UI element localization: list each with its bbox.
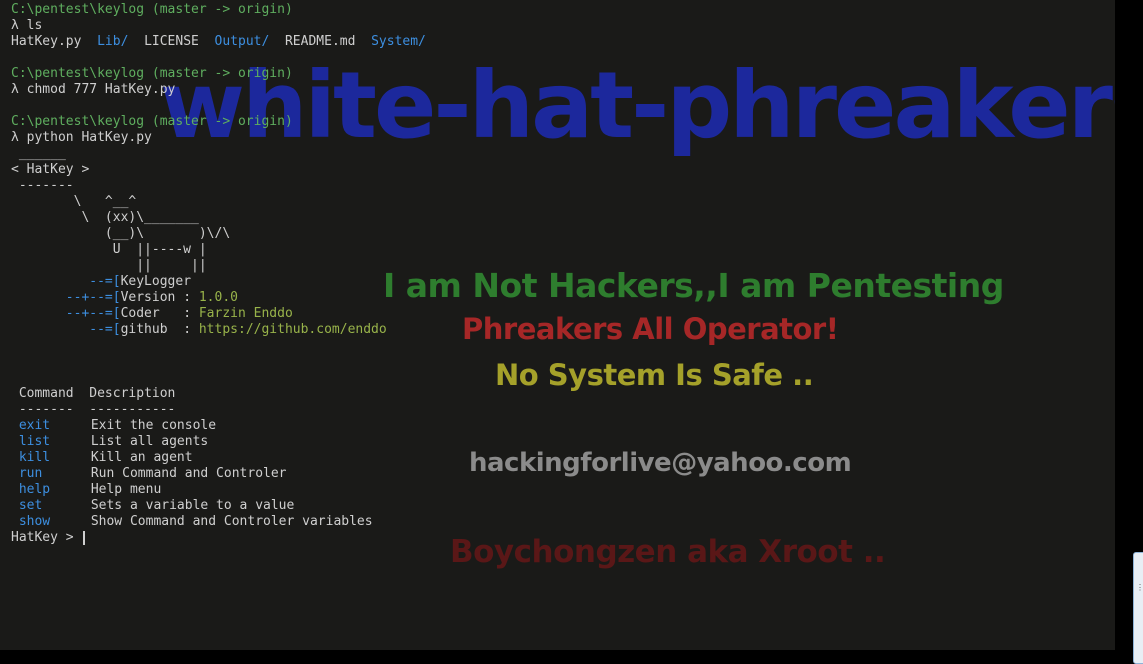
help-row: show Show Command and Controler variables: [11, 514, 426, 530]
banner-bubble-bottom: -------: [11, 178, 74, 193]
terminal-output: C:\pentest\keylog (master -> origin) λ l…: [11, 2, 426, 546]
info-line-tool: --=[KeyLogger: [11, 274, 426, 290]
command-name: list: [18, 434, 51, 449]
prompt-path: C:\pentest\keylog: [11, 114, 145, 129]
watermark-line-3: No System Is Safe ..: [495, 358, 814, 392]
watermark-line-2: Phreakers All Operator!: [462, 312, 839, 346]
help-header: Command Description: [11, 386, 426, 402]
directory-item: System/: [371, 34, 426, 49]
file-item: HatKey.py: [11, 34, 82, 49]
git-branch: (master -> origin): [151, 114, 293, 129]
ascii-art-line: U ||----w |: [11, 242, 207, 257]
info-separator: :: [175, 290, 199, 305]
command-description: Help menu: [90, 482, 162, 497]
help-row: set Sets a variable to a value: [11, 498, 426, 514]
info-line-coder: --+--=[Coder : Farzin Enddo: [11, 306, 426, 322]
command-line: λ chmod 777 HatKey.py: [11, 82, 426, 98]
help-row: run Run Command and Controler: [11, 466, 426, 482]
command-description: Kill an agent: [90, 450, 193, 465]
ascii-art-line: (__)\ )\/\: [11, 226, 231, 241]
command-line: λ ls: [11, 18, 426, 34]
info-separator: :: [175, 322, 199, 337]
help-row: list List all agents: [11, 434, 426, 450]
info-line-github: --=[github : https://github.com/enddo: [11, 322, 426, 338]
help-underline: ------- -----------: [11, 402, 426, 418]
info-key: github: [120, 322, 176, 337]
underline-description: -----------: [89, 402, 176, 417]
git-branch: (master -> origin): [151, 66, 293, 81]
command-name: set: [18, 498, 43, 513]
info-prefix: --+--=[: [11, 306, 121, 321]
command-name: run: [18, 466, 43, 481]
command-text: ls: [26, 18, 43, 33]
info-prefix: --=[: [11, 322, 121, 337]
prompt-line: C:\pentest\keylog (master -> origin): [11, 2, 426, 18]
help-row: kill Kill an agent: [11, 450, 426, 466]
info-separator: :: [175, 306, 199, 321]
side-scroll-widget[interactable]: ⋮: [1133, 552, 1143, 664]
file-item: LICENSE: [144, 34, 199, 49]
grip-icon: ⋮: [1136, 583, 1143, 592]
command-name: exit: [18, 418, 51, 433]
ls-output: HatKey.py Lib/ LICENSE Output/ README.md…: [11, 34, 426, 50]
watermark-line-5: Boychongzen aka Xroot ..: [450, 534, 886, 570]
info-value: 1.0.0: [198, 290, 238, 305]
header-command: Command: [18, 386, 74, 401]
banner-bubble-text: < HatKey >: [11, 162, 90, 177]
prompt-line: C:\pentest\keylog (master -> origin): [11, 114, 426, 130]
prompt-path: C:\pentest\keylog: [11, 2, 145, 17]
info-prefix: --+--=[: [11, 290, 121, 305]
ascii-art-line: || ||: [11, 258, 207, 273]
hatkey-prompt: HatKey >: [11, 530, 82, 545]
prompt-path: C:\pentest\keylog: [11, 66, 145, 81]
watermark-email: hackingforlive@yahoo.com: [469, 448, 852, 478]
command-text: chmod 777 HatKey.py: [26, 82, 176, 97]
command-name: show: [18, 514, 51, 529]
info-key: Coder: [120, 306, 176, 321]
input-line[interactable]: HatKey >: [11, 530, 426, 546]
directory-item: Lib/: [97, 34, 129, 49]
github-link[interactable]: https://github.com/enddo: [199, 322, 387, 337]
info-key: KeyLogger: [120, 274, 192, 289]
git-branch: (master -> origin): [151, 2, 293, 17]
text-cursor: [83, 530, 86, 545]
watermark-line-1: I am Not Hackers,,I am Pentesting: [383, 266, 1004, 305]
command-line: λ python HatKey.py: [11, 130, 426, 146]
prompt-char: λ: [11, 82, 19, 97]
command-text: python HatKey.py: [26, 130, 152, 145]
command-description: Sets a variable to a value: [90, 498, 295, 513]
info-line-version: --+--=[Version : 1.0.0: [11, 290, 426, 306]
ascii-art-line: \ ^__^: [11, 194, 137, 209]
help-row: help Help menu: [11, 482, 426, 498]
command-description: Exit the console: [90, 418, 217, 433]
file-item: README.md: [284, 34, 356, 49]
terminal-window[interactable]: white-hat-phreakers I am Not Hackers,,I …: [0, 0, 1115, 650]
command-name: help: [18, 482, 51, 497]
prompt-line: C:\pentest\keylog (master -> origin): [11, 66, 426, 82]
command-name: kill: [18, 450, 51, 465]
directory-item: Output/: [214, 34, 270, 49]
ascii-art-line: \ (xx)\_______: [11, 210, 199, 225]
help-row: exit Exit the console: [11, 418, 426, 434]
command-description: List all agents: [90, 434, 209, 449]
banner-bubble-top: ______: [11, 146, 66, 161]
command-description: Run Command and Controler: [90, 466, 287, 481]
info-prefix: --=[: [11, 274, 121, 289]
info-value: Farzin Enddo: [198, 306, 293, 321]
prompt-char: λ: [11, 130, 19, 145]
header-description: Description: [89, 386, 176, 401]
command-description: Show Command and Controler variables: [90, 514, 373, 529]
info-key: Version: [120, 290, 176, 305]
underline-command: -------: [18, 402, 74, 417]
prompt-char: λ: [11, 18, 19, 33]
